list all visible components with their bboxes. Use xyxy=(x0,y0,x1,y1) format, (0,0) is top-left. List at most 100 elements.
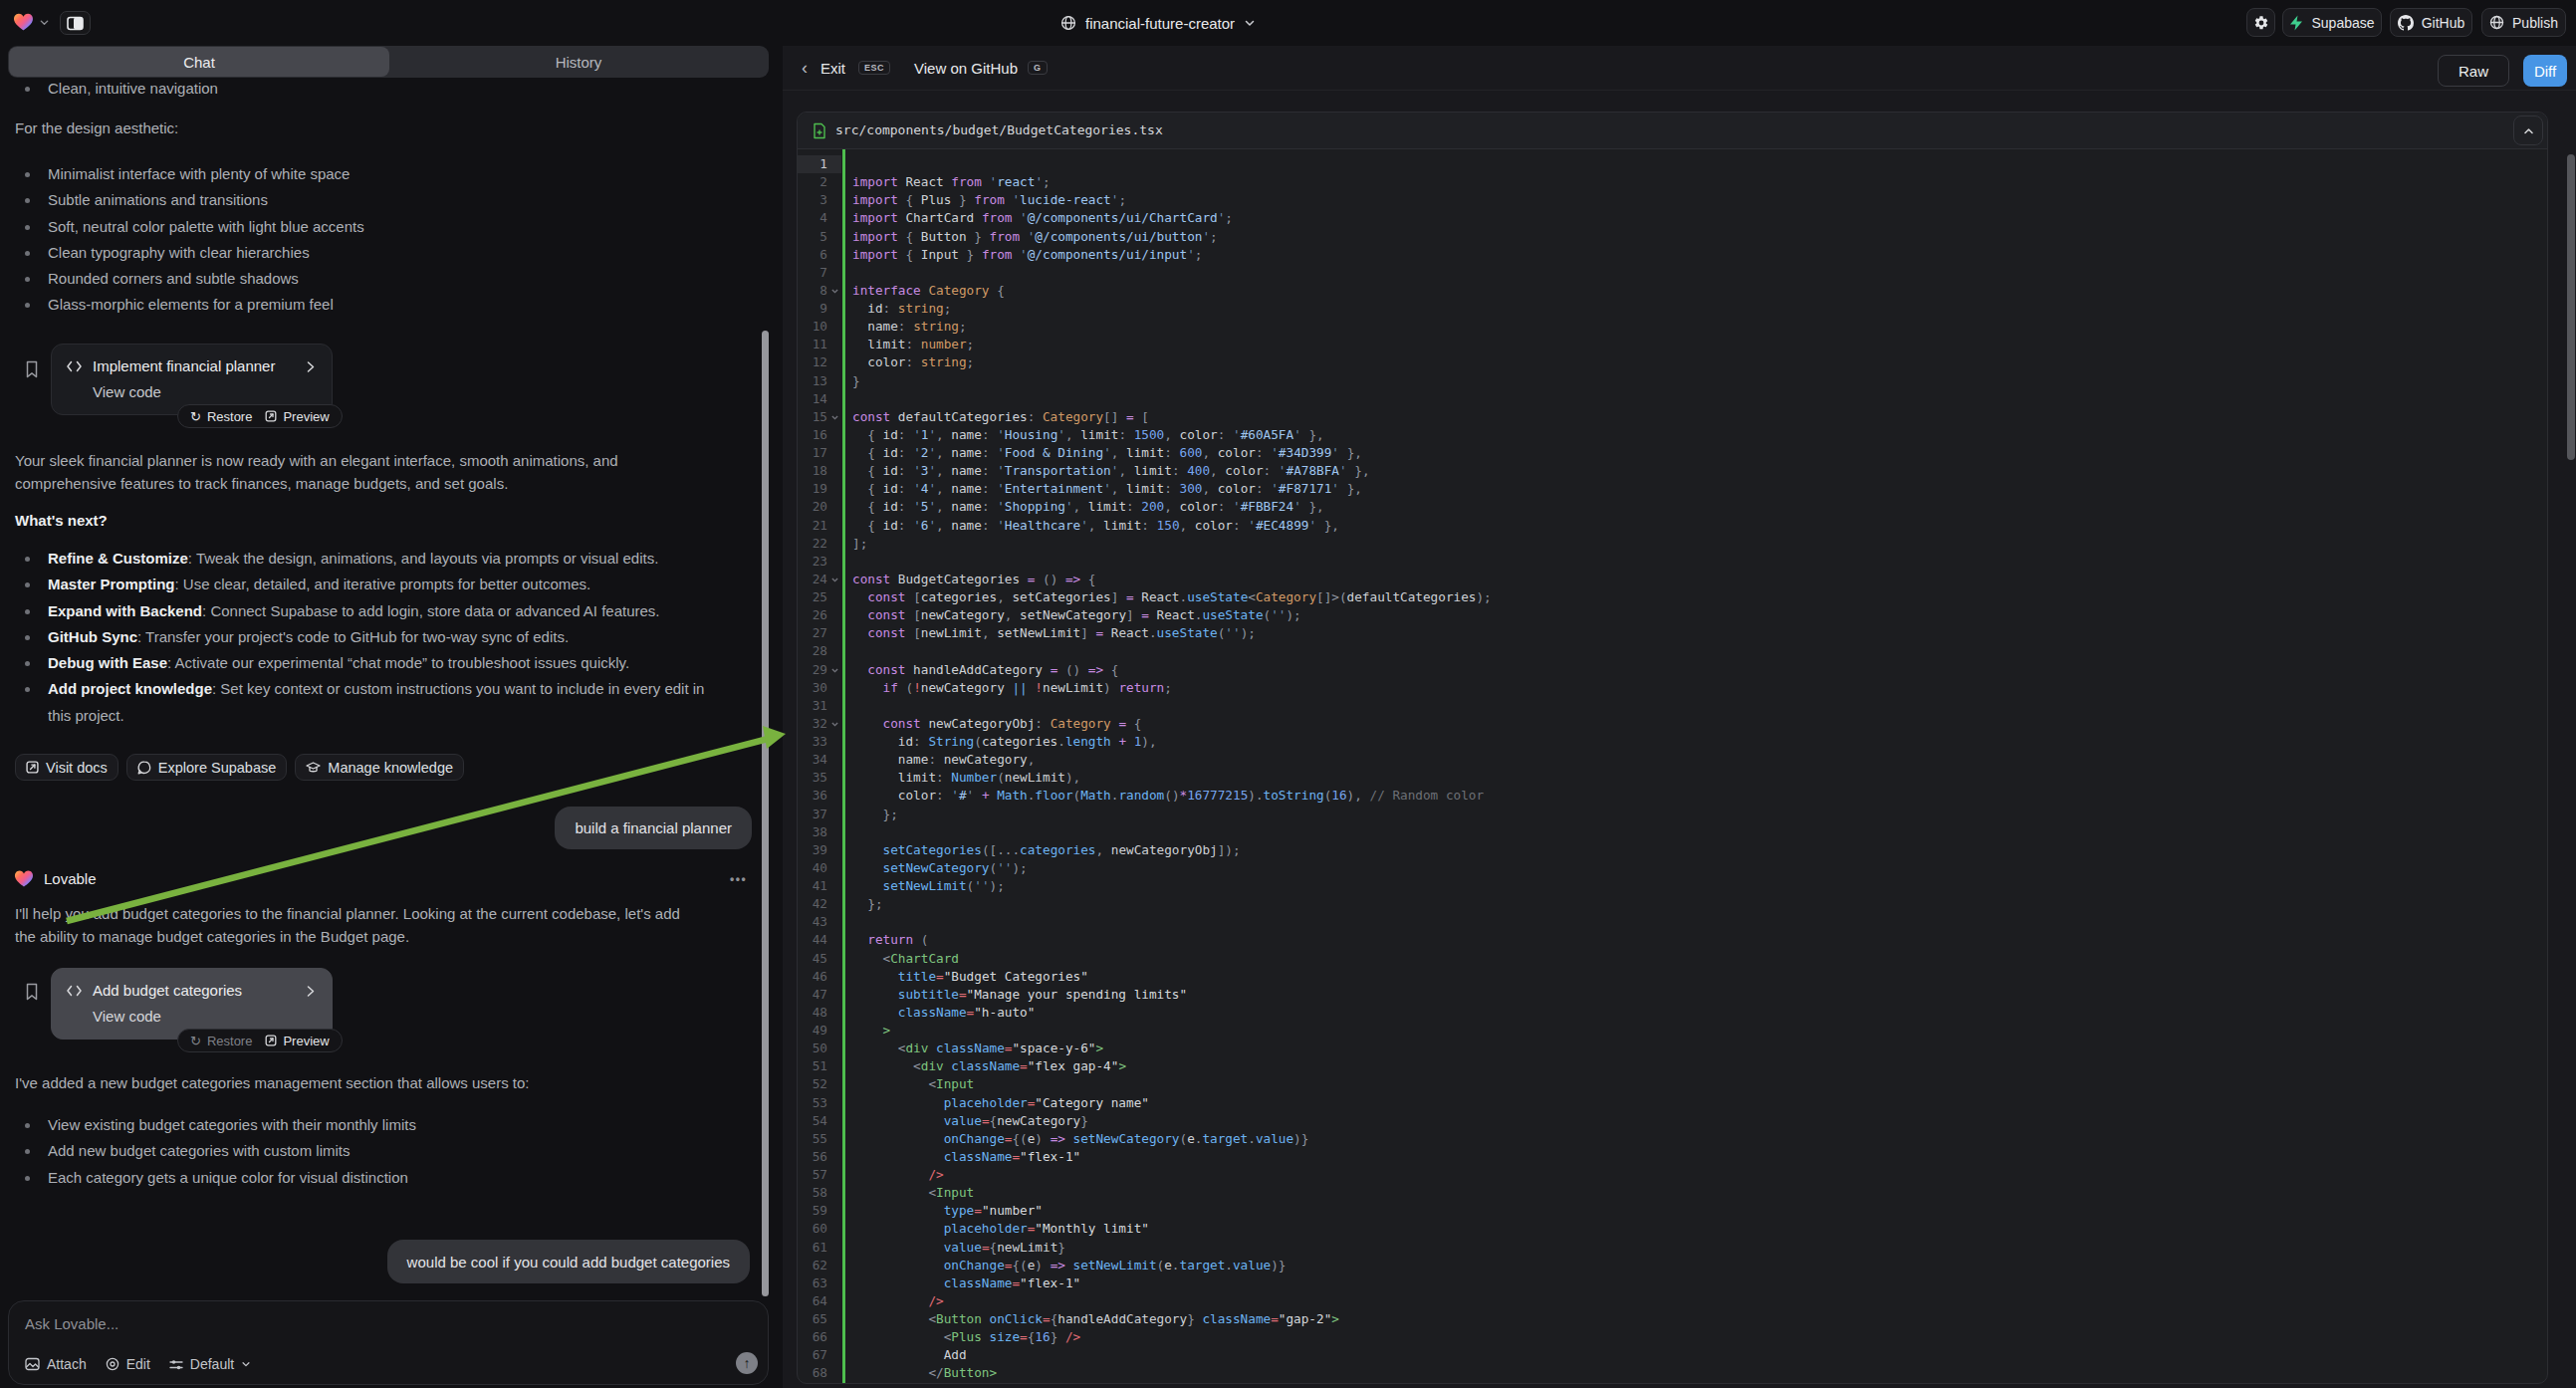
diff-toggle-button[interactable]: Diff xyxy=(2523,55,2567,87)
restore-button[interactable]: ↻ Restore xyxy=(190,409,252,424)
line-number: 63 xyxy=(798,1274,827,1292)
restore-preview-pill: ↻ Restore Preview xyxy=(177,404,343,428)
line-number: 66 xyxy=(798,1328,827,1346)
view-code-link[interactable]: View code xyxy=(93,1008,161,1025)
added-bullet-list: View existing budget categories with the… xyxy=(15,1112,416,1191)
exit-button[interactable]: Exit xyxy=(820,60,845,77)
chevron-left-icon[interactable]: ‹ xyxy=(802,61,808,75)
code-line: 49 > xyxy=(798,1022,2547,1040)
message-menu-button[interactable]: ••• xyxy=(730,872,747,886)
code-line: 23 xyxy=(798,553,2547,571)
chat-input[interactable]: Ask Lovable... xyxy=(25,1315,118,1332)
chat-paragraph: I'll help you add budget categories to t… xyxy=(15,902,702,948)
chevron-right-icon[interactable] xyxy=(304,360,317,373)
code-line: 33 id: String(categories.length + 1), xyxy=(798,733,2547,751)
chat-scrollbar[interactable] xyxy=(762,331,769,1296)
code-line: 45 <ChartCard xyxy=(798,950,2547,968)
code-line: 41 setNewLimit(''); xyxy=(798,877,2547,895)
code-line: 61 value={newLimit} xyxy=(798,1239,2547,1257)
view-on-github-link[interactable]: View on GitHub xyxy=(914,60,1018,77)
line-number: 45 xyxy=(798,950,827,968)
line-number: 4 xyxy=(798,209,827,227)
line-number: 65 xyxy=(798,1310,827,1328)
restore-preview-pill: ↻ Restore Preview xyxy=(177,1029,343,1052)
code-line: 24const BudgetCategories = () => { xyxy=(798,571,2547,588)
chevron-right-icon[interactable] xyxy=(304,985,317,998)
code-scrollbar[interactable] xyxy=(2567,154,2575,460)
tab-chat[interactable]: Chat xyxy=(9,47,389,77)
line-number: 48 xyxy=(798,1004,827,1022)
code-line: 48 className="h-auto" xyxy=(798,1004,2547,1022)
code-line: 34 name: newCategory, xyxy=(798,751,2547,769)
code-line: 11 limit: number; xyxy=(798,336,2547,353)
code-line: 56 className="flex-1" xyxy=(798,1148,2547,1166)
tab-history[interactable]: History xyxy=(389,46,768,78)
fold-chevron-icon[interactable] xyxy=(830,720,839,729)
line-number: 26 xyxy=(798,606,827,624)
fold-chevron-icon[interactable] xyxy=(830,287,839,296)
send-button[interactable]: ↑ xyxy=(736,1352,758,1374)
list-item: Debug with Ease: Activate our experiment… xyxy=(15,650,717,676)
line-number: 62 xyxy=(798,1257,827,1274)
view-code-link[interactable]: View code xyxy=(93,383,161,400)
line-number: 56 xyxy=(798,1148,827,1166)
code-line: 3import { Plus } from 'lucide-react'; xyxy=(798,191,2547,209)
list-item: GitHub Sync: Transfer your project's cod… xyxy=(15,624,717,650)
line-number: 5 xyxy=(798,228,827,246)
code-line: 42 }; xyxy=(798,895,2547,913)
line-number: 52 xyxy=(798,1075,827,1093)
line-number: 47 xyxy=(798,986,827,1004)
esc-key-badge: ESC xyxy=(858,61,890,75)
line-number: 51 xyxy=(798,1057,827,1075)
fold-chevron-icon[interactable] xyxy=(830,666,839,675)
file-diff-card: src/components/budget/BudgetCategories.t… xyxy=(797,112,2548,1384)
preview-button[interactable]: Preview xyxy=(265,409,329,424)
bookmark-icon[interactable] xyxy=(25,983,39,1001)
explore-supabase-button[interactable]: Explore Supabase xyxy=(126,754,288,781)
chat-tab-bar: Chat History xyxy=(8,46,769,78)
fold-chevron-icon[interactable] xyxy=(830,576,839,584)
attach-button[interactable]: Attach xyxy=(25,1356,87,1372)
edit-target-icon xyxy=(106,1357,119,1371)
line-number: 9 xyxy=(798,300,827,318)
line-number: 1 xyxy=(798,155,827,173)
line-number: 32 xyxy=(798,715,827,733)
code-line: 51 <div className="flex gap-4"> xyxy=(798,1057,2547,1075)
visit-docs-button[interactable]: Visit docs xyxy=(15,754,118,781)
list-item: View existing budget categories with the… xyxy=(15,1112,416,1138)
line-number: 23 xyxy=(798,553,827,571)
list-item: Subtle animations and transitions xyxy=(15,187,364,213)
line-number: 8 xyxy=(798,282,827,300)
file-path-bar[interactable]: src/components/budget/BudgetCategories.t… xyxy=(798,113,2547,149)
code-line: 60 placeholder="Monthly limit" xyxy=(798,1220,2547,1238)
code-line: 39 setCategories([...categories, newCate… xyxy=(798,841,2547,859)
code-line: 7 xyxy=(798,264,2547,282)
line-number: 64 xyxy=(798,1292,827,1310)
list-item: Expand with Backend: Connect Supabase to… xyxy=(15,598,717,624)
assistant-name: Lovable xyxy=(44,870,97,887)
bookmark-icon[interactable] xyxy=(25,360,39,378)
line-number: 36 xyxy=(798,787,827,805)
graduation-cap-icon xyxy=(306,761,321,775)
file-path: src/components/budget/BudgetCategories.t… xyxy=(835,122,1163,137)
fold-chevron-icon[interactable] xyxy=(830,413,839,422)
line-number: 28 xyxy=(798,642,827,660)
edit-mode-button[interactable]: Edit xyxy=(106,1356,150,1372)
restore-button[interactable]: ↻ Restore xyxy=(190,1034,252,1048)
next-steps-list: Refine & Customize: Tweak the design, an… xyxy=(15,546,717,729)
line-number: 42 xyxy=(798,895,827,913)
chat-bubble-icon xyxy=(137,761,151,775)
preview-button[interactable]: Preview xyxy=(265,1034,329,1048)
code-line: 20 { id: '5', name: 'Shopping', limit: 2… xyxy=(798,498,2547,516)
model-selector[interactable]: Default xyxy=(169,1356,251,1372)
line-number: 57 xyxy=(798,1166,827,1184)
manage-knowledge-button[interactable]: Manage knowledge xyxy=(295,754,464,781)
collapse-file-button[interactable] xyxy=(2513,116,2543,145)
raw-toggle-button[interactable]: Raw xyxy=(2438,55,2509,87)
user-message-bubble: build a financial planner xyxy=(555,807,752,849)
code-line: 47 subtitle="Manage your spending limits… xyxy=(798,986,2547,1004)
line-number: 19 xyxy=(798,480,827,498)
chat-paragraph: I've added a new budget categories manag… xyxy=(15,1071,752,1094)
list-item: Soft, neutral color palette with light b… xyxy=(15,214,364,240)
line-number: 58 xyxy=(798,1184,827,1202)
